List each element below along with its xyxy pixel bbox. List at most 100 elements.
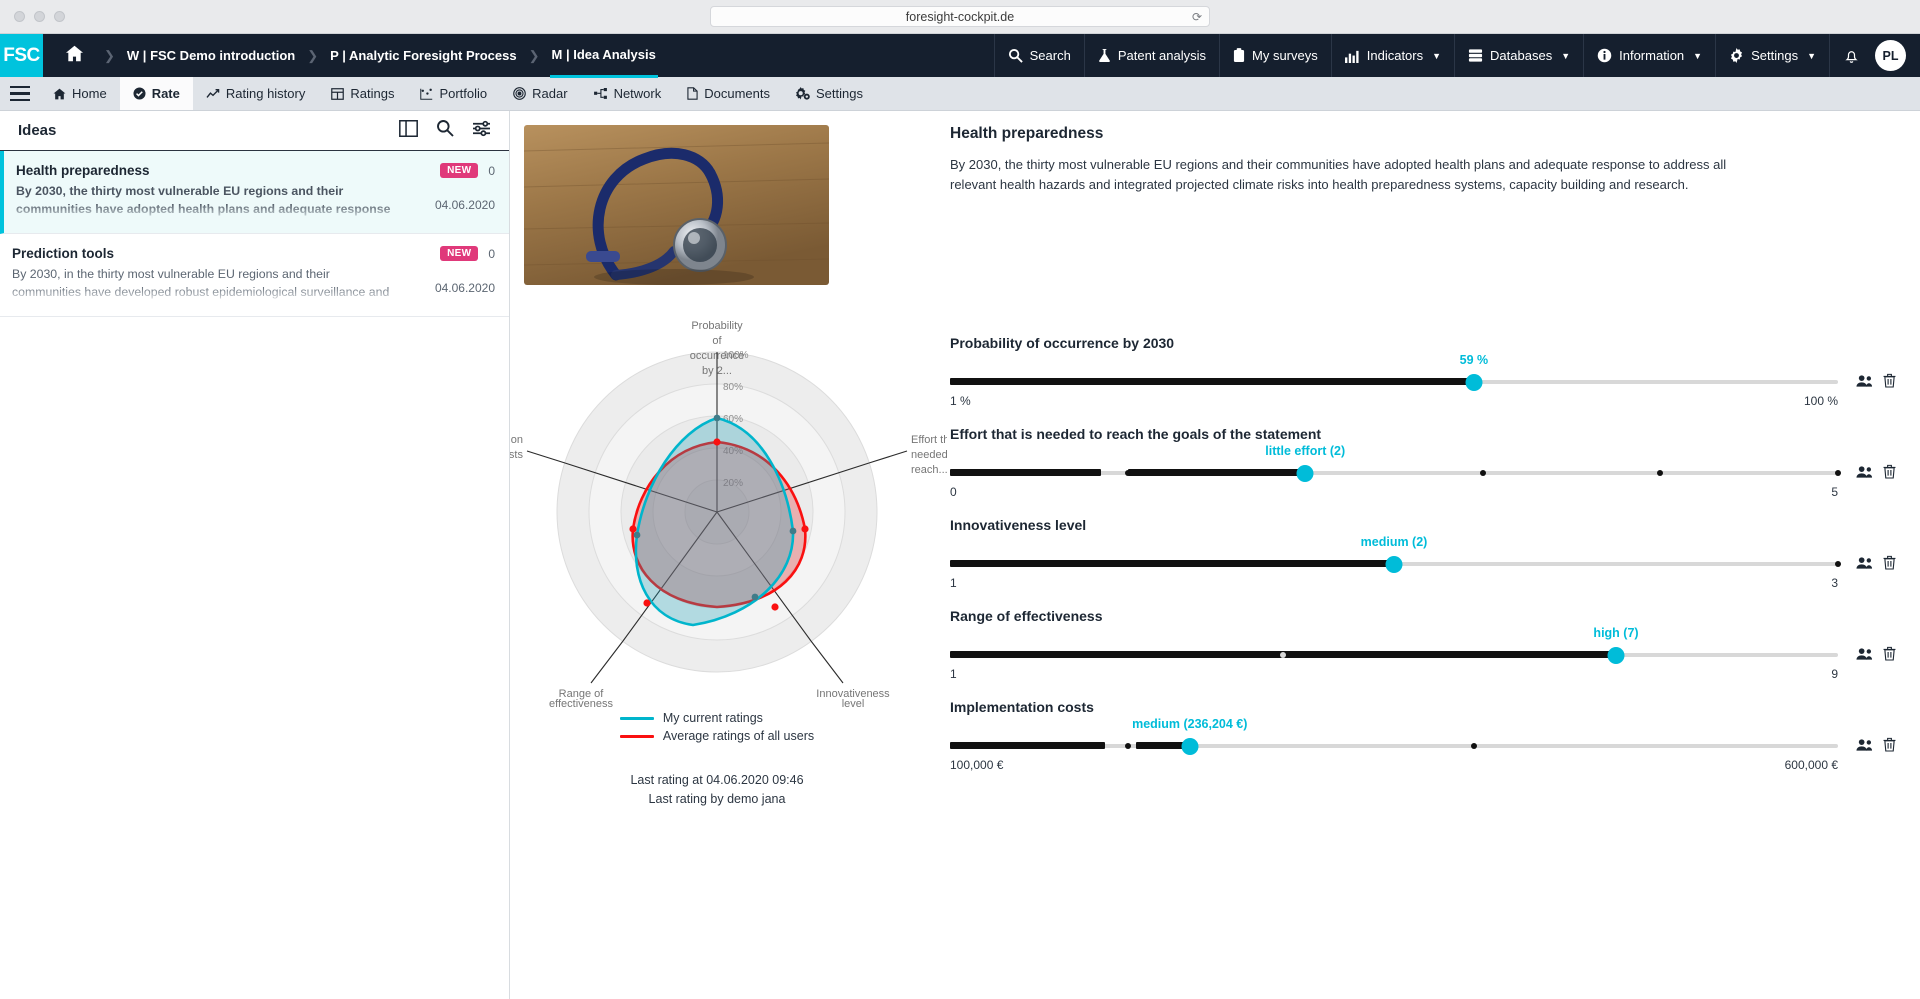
slider-effort: Effort that is needed to reach the goals… <box>950 426 1896 499</box>
status-badge: NEW <box>440 163 479 178</box>
slider-min: 1 % <box>950 394 971 409</box>
nav-my-surveys[interactable]: My surveys <box>1220 34 1332 77</box>
slider-max: 5 <box>1831 485 1838 500</box>
tab-documents[interactable]: Documents <box>674 77 783 110</box>
minimize-window-button[interactable] <box>34 11 45 22</box>
slider-track[interactable] <box>950 462 1841 484</box>
address-bar[interactable]: foresight-cockpit.de ⟳ <box>710 6 1210 27</box>
users-icon[interactable] <box>1856 556 1873 575</box>
info-icon <box>1597 48 1612 63</box>
legend-swatch <box>619 716 654 720</box>
tab-ratings[interactable]: Ratings <box>318 77 407 110</box>
trash-icon[interactable] <box>1883 555 1896 575</box>
chart-legend: My current ratings Average ratings of al… <box>619 711 814 747</box>
tab-label: Documents <box>704 86 770 101</box>
nav-indicators[interactable]: Indicators ▼ <box>1332 34 1456 77</box>
notifications-bell-icon[interactable] <box>1830 34 1873 77</box>
trash-icon[interactable] <box>1883 646 1896 666</box>
bar-chart-icon <box>1344 49 1360 63</box>
tab-rate[interactable]: Rate <box>119 77 193 110</box>
ideas-panel: Ideas Health preparedness By 2030, the t… <box>0 111 510 999</box>
breadcrumb-label: FSC Demo introduction <box>150 48 296 63</box>
maximize-window-button[interactable] <box>54 11 65 22</box>
slider-value: 59 % <box>1459 353 1489 368</box>
url-text: foresight-cockpit.de <box>905 9 1015 24</box>
slider-track[interactable] <box>950 553 1841 575</box>
breadcrumb-item-workspace[interactable]: W | FSC Demo introduction <box>125 35 297 76</box>
tab-label: Radar <box>532 86 568 101</box>
slider-track[interactable] <box>950 735 1838 757</box>
nav-search[interactable]: Search <box>993 34 1085 77</box>
tab-label: Home <box>72 86 107 101</box>
breadcrumb-prefix: P | <box>330 48 346 63</box>
nav-label: Indicators <box>1366 48 1424 63</box>
tab-rating-history[interactable]: Rating history <box>193 77 318 110</box>
window-traffic-lights[interactable] <box>14 11 65 22</box>
nav-databases[interactable]: Databases ▼ <box>1455 34 1585 77</box>
gears-icon <box>796 87 810 100</box>
svg-text:level: level <box>842 698 865 707</box>
tab-radar[interactable]: Radar <box>500 77 580 110</box>
home-icon[interactable] <box>55 45 94 67</box>
clipboard-icon <box>1233 48 1245 63</box>
list-item[interactable]: Health preparedness By 2030, the thirty … <box>0 151 509 234</box>
svg-text:Implementation: Implementation <box>510 434 523 446</box>
nav-patent-analysis[interactable]: Patent analysis <box>1085 34 1221 77</box>
trash-icon[interactable] <box>1883 373 1896 393</box>
hamburger-icon[interactable] <box>0 77 40 110</box>
check-circle-icon <box>133 87 146 100</box>
chevron-down-icon: ▼ <box>1561 50 1571 61</box>
slider-handle[interactable] <box>1385 556 1403 574</box>
idea-description: By 2030, the thirty most vulnerable EU r… <box>16 184 391 216</box>
breadcrumb-item-process[interactable]: P | Analytic Foresight Process <box>328 35 518 76</box>
idea-content: Prediction tools By 2030, in the thirty … <box>12 246 411 302</box>
slider-track[interactable] <box>950 371 1838 393</box>
filter-icon[interactable] <box>472 120 491 142</box>
users-icon[interactable] <box>1856 647 1873 666</box>
trash-icon[interactable] <box>1883 737 1896 757</box>
users-icon[interactable] <box>1856 374 1873 393</box>
nav-settings[interactable]: Settings ▼ <box>1716 34 1830 77</box>
slider-handle[interactable] <box>1181 738 1199 756</box>
avatar[interactable]: PL <box>1875 40 1906 71</box>
trash-icon[interactable] <box>1883 464 1896 484</box>
tab-label: Ratings <box>350 86 395 101</box>
chevron-down-icon: ▼ <box>1432 50 1442 61</box>
idea-date: 04.06.2020 <box>434 281 495 295</box>
tab-portfolio[interactable]: Portfolio <box>407 77 500 110</box>
slider-label: Effort that is needed to reach the goals… <box>950 426 1322 443</box>
users-icon[interactable] <box>1856 465 1873 484</box>
right-column: Health preparedness By 2030, the thirty … <box>910 125 1920 999</box>
tab-label: Rating history <box>225 86 306 101</box>
svg-text:of: of <box>712 335 722 347</box>
last-rating-at: Last rating at 04.06.2020 09:46 <box>630 773 804 787</box>
svg-text:effectiveness: effectiveness <box>549 698 614 707</box>
nav-label: Search <box>1029 48 1071 63</box>
chevron-down-icon: ▼ <box>1807 50 1816 61</box>
close-window-button[interactable] <box>14 11 25 22</box>
breadcrumb-label: Analytic Foresight Process <box>348 48 517 63</box>
slider-handle[interactable] <box>1465 374 1483 392</box>
top-nav-actions: Search Patent analysis My surveys Indica… <box>993 34 1920 77</box>
slider-track[interactable] <box>950 644 1838 666</box>
breadcrumb-item-module[interactable]: M | Idea Analysis <box>549 34 658 78</box>
brand-logo[interactable]: FSC <box>0 34 43 77</box>
status-badge: NEW <box>440 246 479 261</box>
tab-settings[interactable]: Settings <box>783 77 876 110</box>
breadcrumb-separator: ❯ <box>104 47 115 63</box>
nav-information[interactable]: Information ▼ <box>1584 34 1717 77</box>
columns-icon[interactable] <box>399 119 418 142</box>
slider-handle[interactable] <box>1296 465 1314 483</box>
top-navigation-bar: FSC ❯ W | FSC Demo introduction ❯ P | An… <box>0 34 1920 78</box>
legend-label: My current ratings <box>662 711 763 725</box>
search-icon[interactable] <box>436 119 454 142</box>
reload-icon[interactable]: ⟳ <box>1192 10 1202 24</box>
tab-home[interactable]: Home <box>40 77 120 110</box>
tab-network[interactable]: Network <box>581 77 675 110</box>
svg-text:by 2...: by 2... <box>702 365 732 377</box>
slider-max: 9 <box>1831 667 1838 682</box>
slider-handle[interactable] <box>1607 647 1625 665</box>
list-item[interactable]: Prediction tools By 2030, in the thirty … <box>0 234 509 317</box>
slider-min: 1 <box>950 667 957 682</box>
users-icon[interactable] <box>1856 738 1873 757</box>
